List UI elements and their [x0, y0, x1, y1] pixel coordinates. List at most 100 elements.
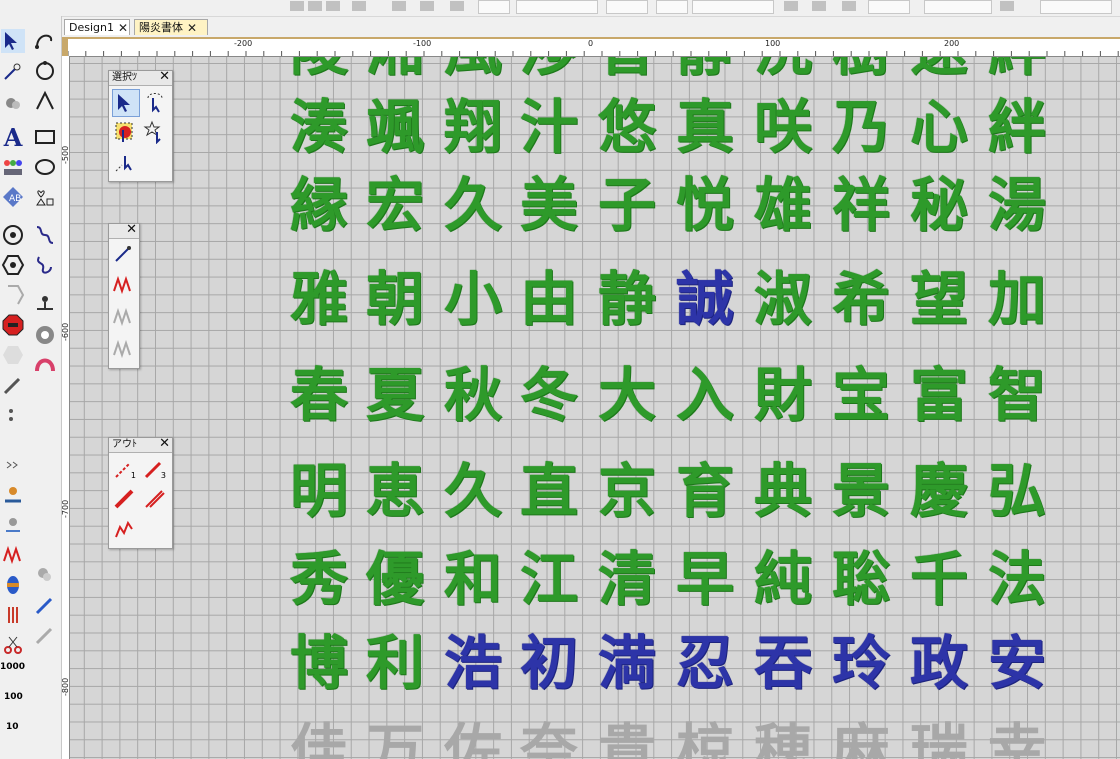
embroidery-glyph[interactable]: 法	[982, 549, 1052, 609]
embroidery-glyph[interactable]: 希	[826, 269, 896, 329]
pen-icon[interactable]	[32, 592, 58, 618]
node-icon[interactable]	[842, 1, 856, 11]
embroidery-glyph[interactable]: 京	[592, 461, 662, 521]
embroidery-glyph[interactable]: 秋	[438, 365, 508, 425]
scissors-icon[interactable]	[0, 632, 26, 658]
embroidery-glyph[interactable]: 静	[592, 269, 662, 329]
embroidery-glyph[interactable]: 雄	[748, 175, 818, 235]
embroidery-glyph[interactable]: 冬	[514, 365, 584, 425]
closed-curve-icon[interactable]	[32, 58, 58, 84]
align-icon[interactable]	[290, 1, 304, 11]
star-select-icon[interactable]	[142, 119, 168, 145]
embroidery-glyph[interactable]: 富	[904, 365, 974, 425]
close-icon[interactable]: ✕	[187, 20, 197, 36]
embroidery-glyph[interactable]: 秘	[904, 175, 974, 235]
embroidery-glyph[interactable]: 祥	[826, 175, 896, 235]
embroidery-glyph[interactable]: 早	[670, 549, 740, 609]
embroidery-glyph[interactable]: 渉	[514, 57, 584, 79]
close-icon[interactable]: ✕	[126, 223, 137, 237]
embroidery-glyph[interactable]: 翔	[438, 97, 508, 157]
pan-icon[interactable]	[0, 90, 26, 116]
embroidery-glyph[interactable]: 速	[904, 57, 974, 79]
hexagon-icon[interactable]	[0, 252, 26, 278]
zigzag-select-icon[interactable]	[111, 272, 137, 298]
embroidery-glyph[interactable]: 宝	[826, 365, 896, 425]
embroidery-glyph[interactable]: 美	[514, 175, 584, 235]
embroidery-glyph[interactable]: 久	[438, 461, 508, 521]
embroidery-glyph[interactable]: 湘	[360, 57, 430, 79]
embroidery-glyph[interactable]: 湊	[284, 97, 354, 157]
stitch-icon[interactable]	[1000, 1, 1014, 11]
embroidery-glyph[interactable]: 景	[826, 461, 896, 521]
embroidery-glyph[interactable]: 清	[592, 549, 662, 609]
embroidery-glyph[interactable]: 佳	[284, 721, 354, 759]
embroidery-glyph[interactable]: 典	[748, 461, 818, 521]
zigzag-outline-icon[interactable]	[112, 516, 138, 542]
tab-kagero-font[interactable]: 陽炎書体 ✕	[134, 19, 208, 35]
embroidery-glyph[interactable]: 佐	[438, 721, 508, 759]
satin-outline-icon[interactable]	[142, 486, 168, 512]
reshape-icon[interactable]	[0, 60, 26, 86]
embroidery-glyph[interactable]: 真	[670, 97, 740, 157]
embroidery-glyph[interactable]: 恵	[360, 461, 430, 521]
arc-icon[interactable]	[32, 352, 58, 378]
embroidery-glyph[interactable]: 聡	[826, 549, 896, 609]
embroidery-glyph[interactable]: 慶	[904, 461, 974, 521]
embroidery-glyph[interactable]: 心	[904, 97, 974, 157]
embroidery-glyph[interactable]: 玲	[826, 633, 896, 693]
point-select-icon[interactable]	[112, 149, 138, 175]
dots-icon[interactable]	[0, 402, 26, 428]
embroidery-glyph[interactable]: 和	[438, 549, 508, 609]
zoom-label[interactable]: 1000	[0, 662, 25, 672]
spheres-icon[interactable]	[32, 562, 58, 588]
embroidery-glyph[interactable]: 誠	[670, 269, 740, 329]
embroidery-glyph[interactable]: 淑	[748, 269, 818, 329]
embroidery-glyph[interactable]: 秀	[284, 549, 354, 609]
stitch-edit-icon[interactable]	[111, 242, 137, 268]
embroidery-glyph[interactable]: 初	[514, 633, 584, 693]
embroidery-glyph[interactable]: 浩	[438, 633, 508, 693]
knife-icon[interactable]	[0, 372, 26, 398]
embroidery-glyph[interactable]: 麻	[826, 721, 896, 759]
close-icon[interactable]: ✕	[159, 437, 170, 451]
numeric-field[interactable]	[606, 0, 648, 14]
embroidery-glyph[interactable]: 財	[748, 365, 818, 425]
close-icon[interactable]: ✕	[118, 20, 128, 36]
embroidery-glyph[interactable]: 加	[982, 269, 1052, 329]
freehand-closed-icon[interactable]	[32, 252, 58, 278]
zoom-label[interactable]: 100	[4, 692, 23, 702]
embroidery-glyph[interactable]: 穂	[748, 721, 818, 759]
embroidery-glyph[interactable]: 江	[514, 549, 584, 609]
bean-stitch-icon[interactable]	[112, 486, 138, 512]
node-icon[interactable]	[812, 1, 826, 11]
align-icon[interactable]	[308, 1, 322, 11]
flip-icon[interactable]	[420, 1, 434, 11]
embroidery-glyph[interactable]: 大	[592, 365, 662, 425]
close-icon[interactable]: ✕	[159, 70, 170, 84]
rotate-icon[interactable]	[450, 1, 464, 11]
embroidery-glyph[interactable]: 吞	[748, 633, 818, 693]
embroidery-glyph[interactable]: 悦	[670, 175, 740, 235]
ellipse-icon[interactable]	[32, 154, 58, 180]
embroidery-glyph[interactable]: 明	[284, 461, 354, 521]
embroidery-glyph[interactable]: 樹	[826, 57, 896, 79]
embroidery-glyph[interactable]: 絆	[982, 57, 1052, 79]
numeric-field[interactable]	[478, 0, 510, 14]
design-canvas[interactable]: 陵湘風渉智静洗樹速絆湊颯翔汁悠真咲乃心絆縁宏久美子悦雄祥秘湯雅朝小由静誠淑希望加…	[70, 57, 1120, 759]
numeric-field[interactable]	[868, 0, 910, 14]
circular-text-icon[interactable]	[32, 322, 58, 348]
zigzag-gray-icon[interactable]	[111, 304, 137, 330]
select-arrow-icon[interactable]	[0, 28, 26, 54]
embroidery-glyph[interactable]: 瑞	[904, 721, 974, 759]
triple-stitch-icon[interactable]: 3	[142, 456, 168, 482]
flip-icon[interactable]	[392, 1, 406, 11]
embroidery-glyph[interactable]: 悠	[592, 97, 662, 157]
embroidery-glyph[interactable]: 由	[514, 269, 584, 329]
select-arrow-icon[interactable]	[112, 89, 140, 117]
embroidery-glyph[interactable]: 貴	[592, 721, 662, 759]
embroidery-glyph[interactable]: 奈	[514, 721, 584, 759]
polyline-icon[interactable]	[32, 88, 58, 114]
freehand-icon[interactable]	[32, 222, 58, 248]
rectangle-icon[interactable]	[32, 124, 58, 150]
embroidery-glyph[interactable]: 弘	[982, 461, 1052, 521]
